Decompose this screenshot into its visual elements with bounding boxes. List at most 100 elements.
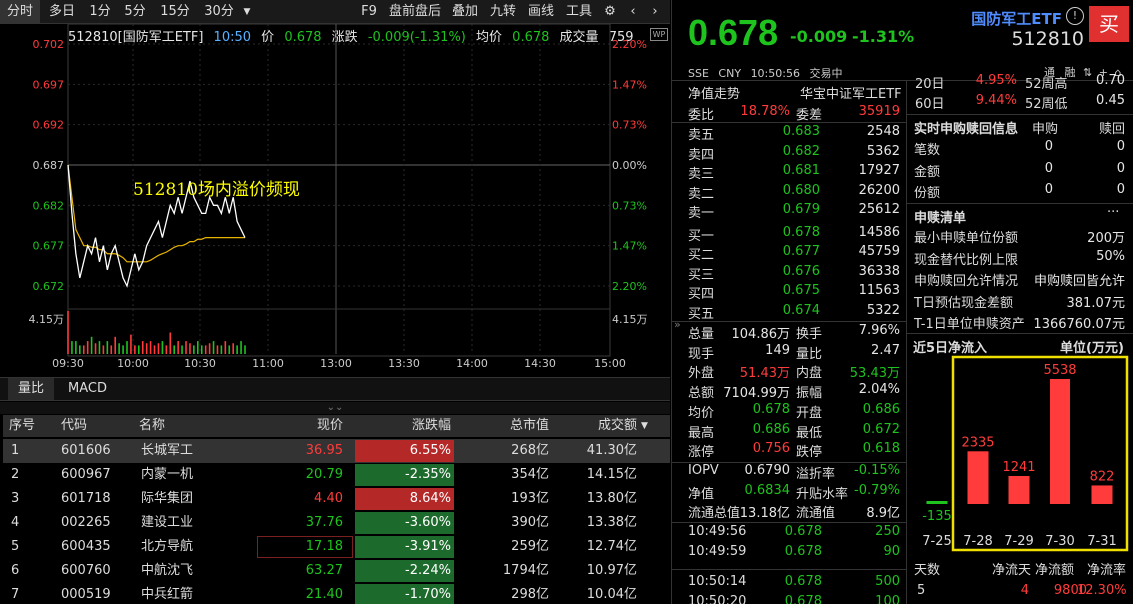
table-row[interactable]: 5 600435 北方导航 17.18 -3.91% 259亿 12.74亿 bbox=[3, 535, 670, 559]
stat-label: 总额 bbox=[688, 386, 715, 402]
nav-trend-link[interactable]: 净值走势 bbox=[688, 83, 740, 102]
tick-price: 0.678 bbox=[784, 544, 822, 559]
volume-bar bbox=[102, 345, 105, 354]
ask-volume: 17927 bbox=[858, 163, 900, 178]
tick-time: 10:49:59 bbox=[688, 544, 747, 559]
volume-bar bbox=[212, 341, 215, 354]
bid-price[interactable]: 0.675 bbox=[732, 283, 820, 298]
tab-intraday[interactable]: 分时 bbox=[0, 0, 40, 24]
list-label: 申购赎回允许情况 bbox=[914, 274, 1019, 289]
creation-label: 份额 bbox=[914, 186, 941, 201]
trade-status: 交易中 bbox=[809, 67, 843, 80]
stat-value: 0.672 bbox=[862, 421, 900, 437]
header-amount[interactable]: 成交额 bbox=[551, 415, 637, 437]
tab-30min[interactable]: 30分 bbox=[198, 0, 240, 24]
volume-bar bbox=[169, 332, 172, 354]
table-row[interactable]: 7 000519 中兵红箭 21.40 -1.70% 298亿 10.04亿 bbox=[3, 583, 670, 604]
volume-bar bbox=[130, 334, 132, 354]
tool-tools[interactable]: 工具 bbox=[560, 0, 598, 24]
ask-price[interactable]: 0.681 bbox=[732, 163, 820, 178]
volume-bar bbox=[236, 345, 238, 354]
ask-volume: 25612 bbox=[858, 202, 900, 217]
volume-bar bbox=[181, 345, 183, 354]
ask-price[interactable]: 0.679 bbox=[732, 202, 820, 217]
buy-button[interactable]: 买 bbox=[1089, 6, 1129, 42]
bid-volume: 11563 bbox=[858, 283, 900, 298]
tool-draw[interactable]: 画线 bbox=[522, 0, 560, 24]
ask-price[interactable]: 0.683 bbox=[732, 124, 820, 139]
info-icon[interactable]: ! bbox=[1066, 7, 1084, 25]
row-code: 000519 bbox=[61, 587, 111, 602]
tab-macd[interactable]: MACD bbox=[58, 378, 117, 400]
tool-f9[interactable]: F9 bbox=[356, 0, 382, 24]
table-row[interactable]: 2 600967 内蒙一机 20.79 -2.35% 354亿 14.15亿 bbox=[3, 463, 670, 487]
tab-volume-ratio[interactable]: 量比 bbox=[8, 378, 55, 400]
etf-info-column: 20日 4.95% 52周高 0.70 60日 9.44% 52周低 0.45 实时申购赎回信… bbox=[907, 73, 1133, 604]
caret-down-icon[interactable]: ▼ bbox=[641, 415, 648, 437]
row-no: 6 bbox=[11, 563, 20, 578]
volume-bar bbox=[216, 345, 219, 354]
tick-volume: 100 bbox=[875, 594, 900, 604]
table-row[interactable]: 4 002265 建设工业 37.76 -3.60% 390亿 13.38亿 bbox=[3, 511, 670, 535]
stat-label: 外盘 bbox=[688, 366, 715, 382]
tab-1min[interactable]: 1分 bbox=[84, 0, 116, 24]
volume-bar bbox=[204, 345, 207, 354]
flow-summary-value: 12.30% bbox=[1077, 583, 1127, 598]
header-cap[interactable]: 总市值 bbox=[453, 415, 549, 437]
tool-pre-after[interactable]: 盘前盘后 bbox=[384, 0, 446, 24]
ask-price[interactable]: 0.680 bbox=[732, 183, 820, 198]
chevron-right-icon[interactable]: › bbox=[646, 0, 664, 24]
tab-5min[interactable]: 5分 bbox=[118, 0, 152, 24]
header-no[interactable]: 序号 bbox=[9, 415, 35, 437]
table-row[interactable]: 6 600760 中航沈飞 63.27 -2.24% 1794亿 10.97亿 bbox=[3, 559, 670, 583]
header-code[interactable]: 代码 bbox=[61, 415, 87, 437]
row-name: 建设工业 bbox=[141, 515, 194, 530]
stat-label: 量比 bbox=[796, 346, 823, 362]
flow-bar-label: 1241 bbox=[1002, 460, 1035, 475]
flow-bar bbox=[1091, 485, 1113, 504]
double-chevron-down-icon[interactable]: ⌄⌄ bbox=[0, 402, 670, 414]
perf-label: 52周高 bbox=[1025, 77, 1068, 92]
quote-price: 0.678 bbox=[688, 12, 779, 53]
y-tick-right: 2.20% bbox=[612, 280, 647, 293]
table-row[interactable]: 3 601718 际华集团 4.40 8.64% 193亿 13.80亿 bbox=[3, 487, 670, 511]
volume-bar bbox=[71, 341, 73, 354]
header-name[interactable]: 名称 bbox=[139, 415, 165, 437]
y-tick-left: 0.697 bbox=[33, 78, 65, 91]
tab-multi-day[interactable]: 多日 bbox=[42, 0, 82, 24]
tool-nine[interactable]: 九转 bbox=[484, 0, 522, 24]
list-value: 1366760.07元 bbox=[1033, 317, 1125, 332]
flow-date: 7-31 bbox=[1087, 534, 1117, 549]
stat-value: 7.96% bbox=[858, 323, 900, 338]
volume-bar bbox=[126, 341, 128, 354]
volume-bar bbox=[149, 341, 152, 354]
volume-bar bbox=[165, 345, 168, 354]
list-value: 381.07元 bbox=[1066, 295, 1126, 311]
header-price[interactable]: 现价 bbox=[253, 415, 343, 437]
volume-bar bbox=[114, 336, 116, 354]
volume-bar bbox=[157, 343, 160, 354]
flow-date: 7-30 bbox=[1045, 534, 1075, 549]
gear-icon[interactable]: ⚙ bbox=[600, 0, 620, 24]
chevron-left-icon[interactable]: ‹ bbox=[624, 0, 642, 24]
bid-price[interactable]: 0.677 bbox=[732, 244, 820, 259]
tab-15min[interactable]: 15分 bbox=[154, 0, 196, 24]
table-row[interactable]: 1 601606 长城军工 36.95 6.55% 268亿 41.30亿 bbox=[3, 439, 670, 463]
ask-price[interactable]: 0.682 bbox=[732, 144, 820, 159]
volume-bar bbox=[110, 345, 113, 354]
tool-overlay[interactable]: 叠加 bbox=[446, 0, 484, 24]
ask-label: 卖五 bbox=[688, 128, 715, 143]
bid-price[interactable]: 0.674 bbox=[732, 303, 820, 318]
stat-value: 149 bbox=[765, 342, 790, 358]
more-button[interactable]: ··· bbox=[1107, 205, 1119, 220]
y-tick-left: 0.692 bbox=[33, 119, 65, 132]
header-pct[interactable]: 涨跌幅 bbox=[355, 415, 451, 437]
bid-price[interactable]: 0.678 bbox=[732, 225, 820, 240]
tick-price: 0.678 bbox=[784, 524, 822, 539]
caret-down-icon[interactable]: ▼ bbox=[240, 0, 254, 24]
y-tick-right: 2.20% bbox=[612, 38, 647, 51]
bid-price[interactable]: 0.676 bbox=[732, 264, 820, 279]
flow-summary-value: 4 bbox=[1020, 583, 1029, 598]
stat-value: -0.15% bbox=[854, 463, 900, 478]
y-tick-right: 0.00% bbox=[612, 159, 647, 172]
